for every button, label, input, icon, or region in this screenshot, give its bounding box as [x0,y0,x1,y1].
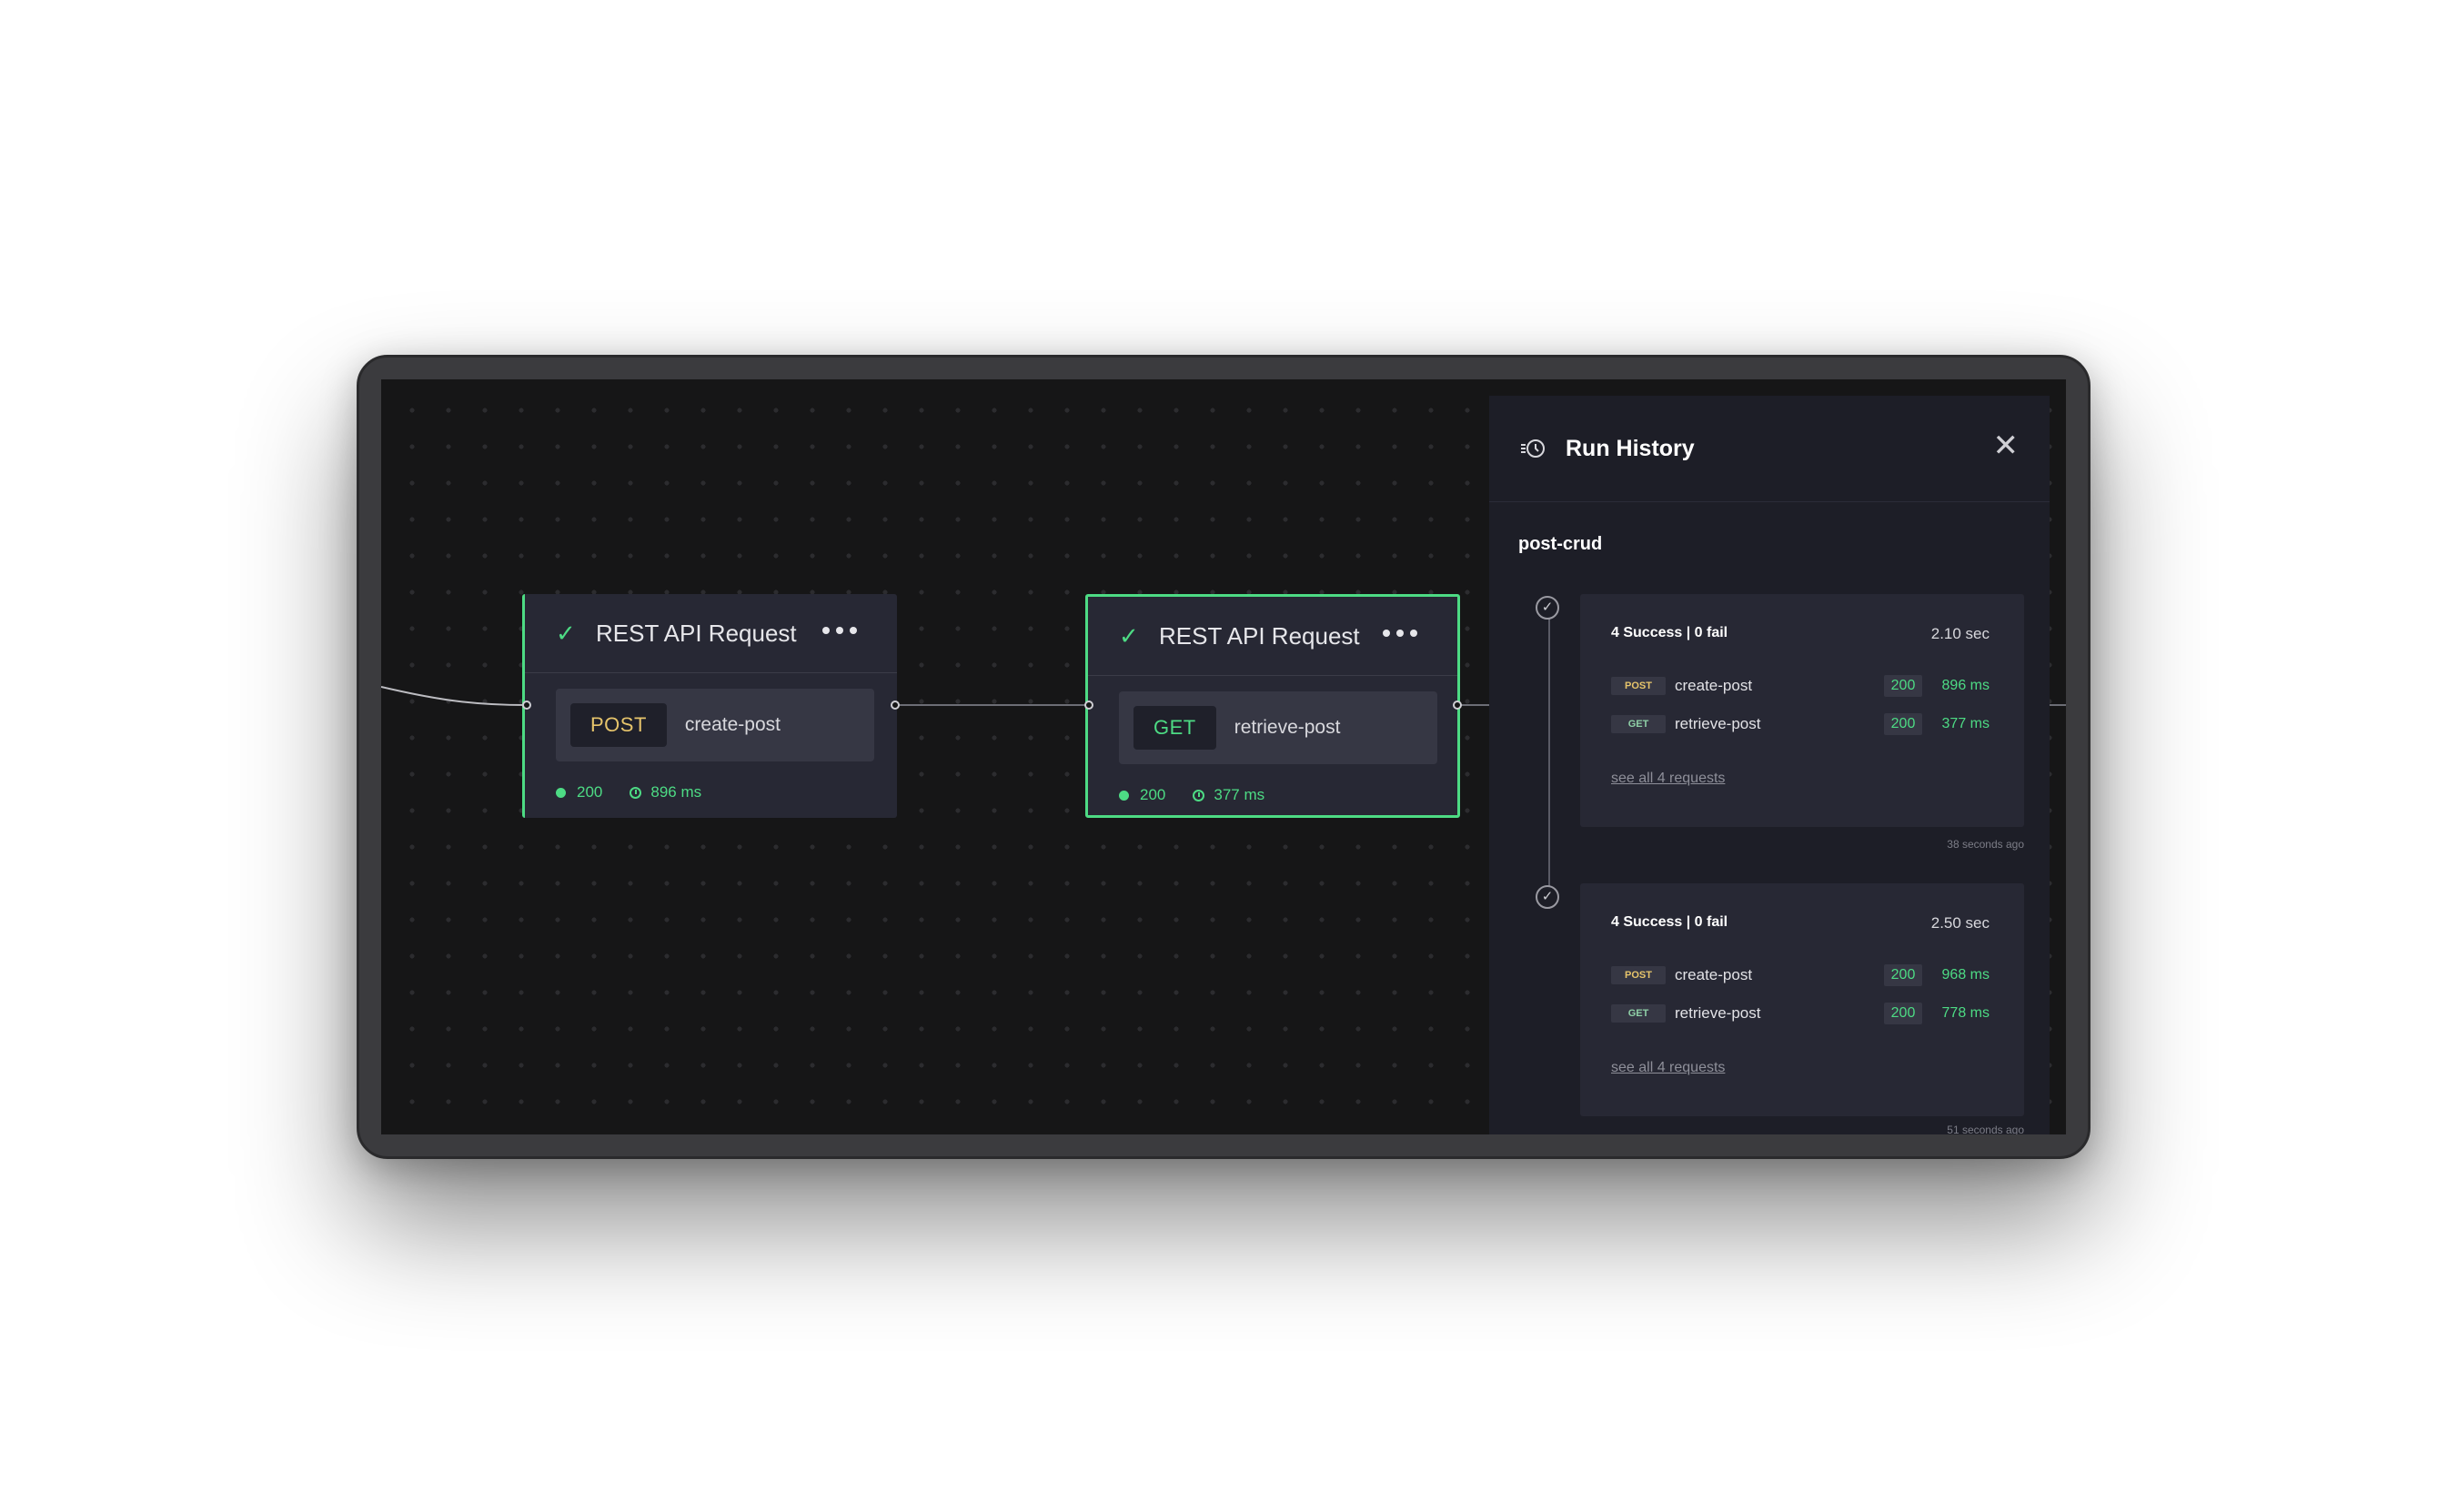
method-badge: GET [1611,715,1666,733]
panel-header: Run History ✕ [1489,396,2050,502]
run-history-panel: Run History ✕ post-crud ✓ ✓ 4 Success | … [1489,396,2050,1134]
node-request[interactable]: GET retrieve-post [1119,691,1437,764]
run-duration: 2.10 sec [1930,625,1990,642]
history-icon [1521,439,1545,458]
run-request-row[interactable]: POST create-post 200 896 ms [1611,674,1990,698]
run-success-check-icon: ✓ [1536,885,1559,909]
flow-name: post-crud [1518,534,1603,554]
response-time: 778 ms [1941,1005,1990,1021]
status-code: 200 [1884,713,1922,735]
more-dots-icon[interactable] [822,621,857,640]
device-frame: ✓ REST API Request POST create-post 200 … [357,355,2090,1159]
node-input-port[interactable] [522,701,531,710]
run-request-row[interactable]: GET retrieve-post 200 778 ms [1611,1002,1990,1025]
request-name: create-post [1675,677,1753,694]
clock-icon [630,786,642,799]
method-badge: GET [1133,706,1216,750]
status-code: 200 [1884,675,1922,697]
request-name: create-post [1675,966,1753,983]
run-success-check-icon: ✓ [1536,596,1559,620]
see-all-requests-link[interactable]: see all 4 requests [1611,1060,1725,1076]
node-title: REST API Request [1159,621,1360,650]
more-dots-icon[interactable] [1383,624,1417,642]
method-badge: POST [570,703,667,747]
timeline-line [1548,607,1550,898]
node-status: 200 377 ms [1119,786,1264,804]
run-summary: 4 Success | 0 fail [1611,914,1728,930]
run-request-row[interactable]: GET retrieve-post 200 377 ms [1611,712,1990,736]
see-all-requests-link[interactable]: see all 4 requests [1611,771,1725,787]
run-timestamp: 38 seconds ago [1947,838,2024,851]
request-name: retrieve-post [1675,715,1761,732]
response-time: 968 ms [1941,967,1990,983]
node-title: REST API Request [596,619,797,647]
check-icon: ✓ [556,619,576,647]
node-header: ✓ REST API Request [1088,597,1457,676]
clock-icon [1193,789,1205,801]
rest-api-node-retrieve-post[interactable]: ✓ REST API Request GET retrieve-post 200… [1085,594,1460,818]
node-request[interactable]: POST create-post [556,689,874,761]
node-input-port[interactable] [1084,701,1093,710]
node-output-port[interactable] [1453,701,1462,710]
node-output-port[interactable] [891,701,900,710]
method-badge: POST [1611,966,1666,984]
status-code: 200 [1884,964,1922,986]
request-name: retrieve-post [1234,717,1341,738]
run-summary: 4 Success | 0 fail [1611,625,1728,640]
response-time: 896 ms [650,783,702,801]
run-card[interactable]: 4 Success | 0 fail 2.10 sec POST create-… [1580,594,2024,827]
check-icon: ✓ [1119,621,1139,650]
status-dot-icon [1119,790,1129,801]
node-header: ✓ REST API Request [525,594,897,673]
node-status: 200 896 ms [556,783,701,801]
status-code: 200 [577,783,603,801]
method-badge: POST [1611,677,1666,695]
run-timestamp: 51 seconds ago [1947,1124,2024,1134]
request-name: create-post [684,714,781,735]
run-card[interactable]: 4 Success | 0 fail 2.50 sec POST create-… [1580,883,2024,1116]
method-badge: GET [1611,1004,1666,1023]
run-duration: 2.50 sec [1930,914,1990,932]
workflow-canvas[interactable]: ✓ REST API Request POST create-post 200 … [381,379,2066,1134]
response-time: 896 ms [1941,678,1990,693]
response-time: 377 ms [1941,716,1990,731]
close-icon[interactable]: ✕ [1993,430,2020,461]
status-code: 200 [1884,1003,1922,1024]
request-name: retrieve-post [1675,1004,1761,1022]
run-request-row[interactable]: POST create-post 200 968 ms [1611,963,1990,987]
response-time: 377 ms [1214,786,1265,803]
status-dot-icon [556,787,566,798]
status-code: 200 [1140,786,1166,803]
rest-api-node-create-post[interactable]: ✓ REST API Request POST create-post 200 … [522,594,897,818]
panel-title: Run History [1566,435,1695,461]
